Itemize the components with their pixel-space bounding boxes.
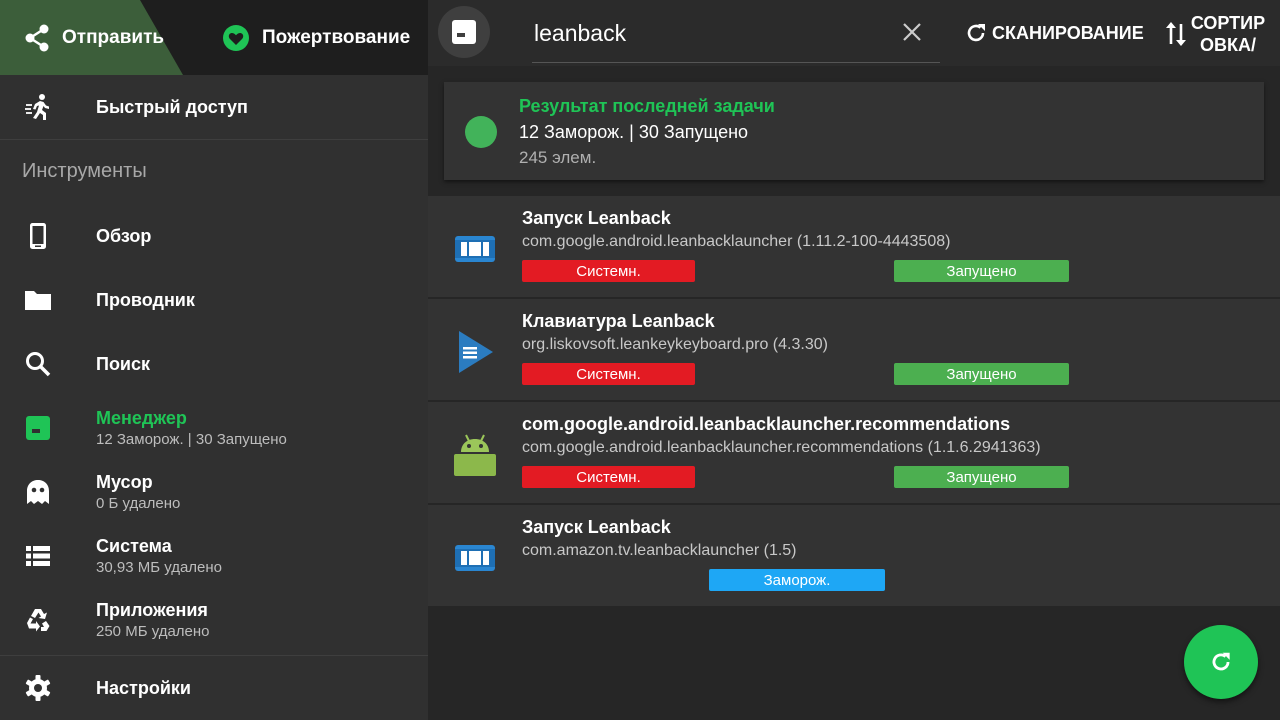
sidebar-item-search[interactable]: Поиск <box>0 332 428 396</box>
drawer-header: Отправить Пожертвование <box>0 0 428 75</box>
sidebar-item-sublabel: 12 Заморож. | 30 Запущено <box>96 431 287 448</box>
sort-button[interactable]: СОРТИР ОВКА/ <box>1164 10 1266 58</box>
share-label: Отправить <box>62 26 165 48</box>
app-package: org.liskovsoft.leankeykeyboard.pro (4.3.… <box>522 336 828 353</box>
sidebar-item-explorer[interactable]: Проводник <box>0 268 428 332</box>
sidebar-item-quick-access[interactable]: Быстрый доступ <box>0 75 428 139</box>
scan-button[interactable]: СКАНИРОВАНИЕ <box>964 0 1144 66</box>
sidebar-item-label: Настройки <box>96 677 191 698</box>
sidebar-item-label: Приложения <box>96 600 208 620</box>
sidebar-item-label: Обзор <box>96 225 152 246</box>
running-man-icon <box>24 93 52 121</box>
sort-label-line1: СОРТИР <box>1190 13 1266 33</box>
scan-label: СКАНИРОВАНИЕ <box>992 22 1144 43</box>
app-name: com.google.android.leanbacklauncher.reco… <box>522 414 1011 434</box>
section-title-tools: Инструменты <box>22 160 147 182</box>
app-package: com.google.android.leanbacklauncher (1.1… <box>522 233 951 250</box>
sidebar-item-label: Поиск <box>96 353 151 374</box>
sort-label: СОРТИР ОВКА/ <box>1190 12 1266 56</box>
sidebar-item-label: Мусор <box>96 472 153 492</box>
refresh-fab[interactable] <box>1184 625 1258 699</box>
app-row[interactable]: Запуск Leanback com.amazon.tv.leanbackla… <box>428 505 1280 607</box>
search-underline <box>532 62 940 63</box>
sidebar-item-junk[interactable]: Мусор 0 Б удалено <box>0 460 428 524</box>
sort-icon <box>1166 22 1186 46</box>
donate-button[interactable]: Пожертвование <box>222 0 410 75</box>
app-package: com.amazon.tv.leanbacklauncher (1.5) <box>522 542 797 559</box>
navigation-drawer: Отправить Пожертвование Быстрый доступ И… <box>0 0 428 720</box>
app-name: Клавиатура Leanback <box>522 311 715 331</box>
refresh-icon <box>967 24 985 42</box>
sidebar-item-sublabel: 30,93 МБ удалено <box>96 559 223 576</box>
system-badge: Системн. <box>522 466 695 488</box>
donate-label: Пожертвование <box>262 26 411 48</box>
ghost-icon <box>24 478 52 506</box>
sidebar-item-label: Быстрый доступ <box>96 96 248 117</box>
running-badge: Запущено <box>894 363 1069 385</box>
app-package: com.google.android.leanbacklauncher.reco… <box>522 439 1041 456</box>
recycle-icon <box>24 606 52 634</box>
leanback-launcher-icon <box>452 535 498 581</box>
last-task-result-card[interactable]: Результат последней задачи 12 Заморож. |… <box>444 82 1264 180</box>
frozen-badge: Заморож. <box>709 569 885 591</box>
share-button[interactable]: Отправить <box>24 0 164 75</box>
sidebar-item-system[interactable]: Система 30,93 МБ удалено <box>0 524 428 588</box>
sidebar-item-manager[interactable]: Менеджер 12 Заморож. | 30 Запущено <box>0 396 428 460</box>
leanback-launcher-icon <box>452 226 498 272</box>
app-type-button[interactable] <box>438 6 490 58</box>
close-icon <box>903 23 921 41</box>
system-badge: Системн. <box>522 260 695 282</box>
result-summary: 12 Заморож. | 30 Запущено <box>519 122 749 142</box>
phone-icon <box>24 222 52 250</box>
result-title: Результат последней задачи <box>519 96 775 116</box>
toolbar: СКАНИРОВАНИЕ СОРТИР ОВКА/ <box>428 0 1280 68</box>
search-icon <box>24 350 52 378</box>
result-count: 245 элем. <box>519 148 597 167</box>
sidebar-item-settings[interactable]: Настройки <box>0 656 428 720</box>
list-icon <box>24 542 52 570</box>
app-row[interactable]: Клавиатура Leanback org.liskovsoft.leank… <box>428 299 1280 401</box>
sidebar-item-apps[interactable]: Приложения 250 МБ удалено <box>0 588 428 652</box>
app-name: Запуск Leanback <box>522 208 671 228</box>
divider <box>0 139 428 140</box>
sidebar-item-label: Менеджер <box>96 408 187 428</box>
app-row[interactable]: com.google.android.leanbacklauncher.reco… <box>428 402 1280 504</box>
sidebar-item-sublabel: 250 МБ удалено <box>96 623 210 640</box>
refresh-icon <box>1212 652 1230 671</box>
keyboard-play-icon <box>452 329 498 375</box>
app-row[interactable]: Запуск Leanback com.google.android.leanb… <box>428 196 1280 298</box>
gear-icon <box>24 674 52 702</box>
app-name: Запуск Leanback <box>522 517 671 537</box>
sidebar-item-label: Система <box>96 536 172 556</box>
sort-label-line2: ОВКА/ <box>1200 35 1256 55</box>
system-badge: Системн. <box>522 363 695 385</box>
clear-search-button[interactable] <box>900 18 924 46</box>
running-badge: Запущено <box>894 466 1069 488</box>
app-manager-content: Результат последней задачи 12 Заморож. |… <box>428 66 1280 720</box>
search-input[interactable] <box>534 12 894 54</box>
manager-box-icon <box>24 414 52 442</box>
sidebar-item-overview[interactable]: Обзор <box>0 204 428 268</box>
sidebar-item-sublabel: 0 Б удалено <box>96 495 181 512</box>
folder-icon <box>24 286 52 314</box>
status-dot <box>465 116 497 148</box>
share-icon <box>25 24 49 51</box>
heart-icon <box>223 24 249 51</box>
sidebar-item-label: Проводник <box>96 289 195 310</box>
manager-box-icon <box>452 20 476 44</box>
android-robot-icon <box>452 432 498 478</box>
running-badge: Запущено <box>894 260 1069 282</box>
